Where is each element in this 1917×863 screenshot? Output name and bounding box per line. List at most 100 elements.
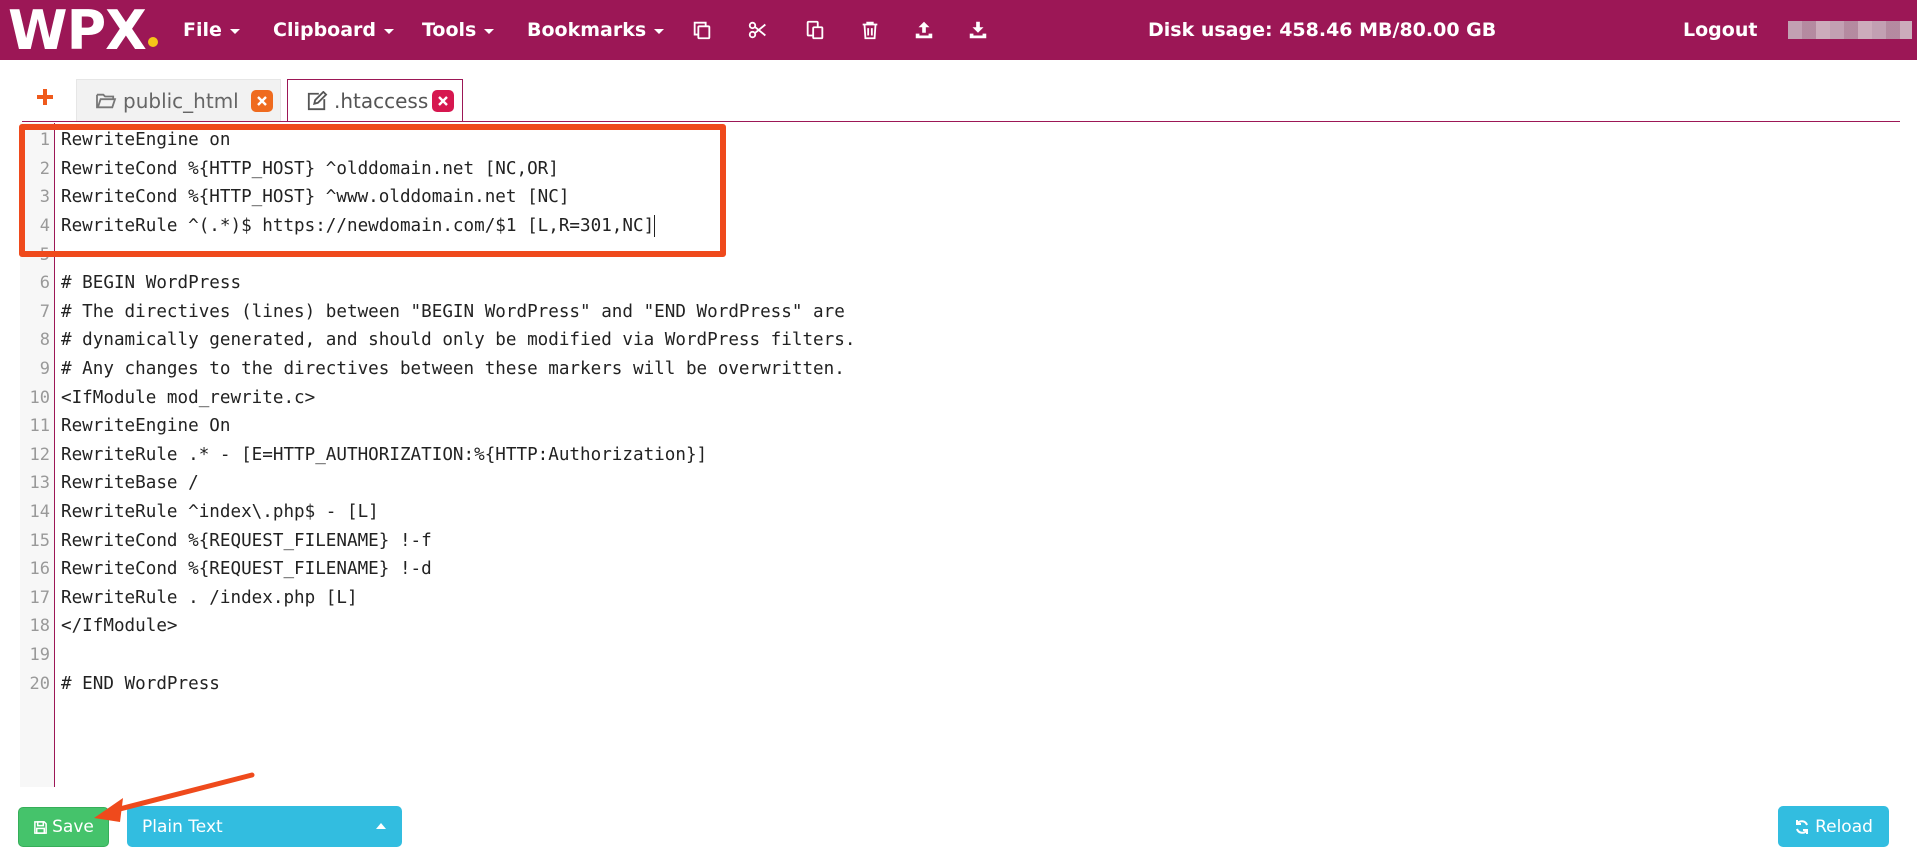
tab-public-html-label: public_html <box>123 89 239 113</box>
code-line[interactable]: 9 # Any changes to the directives between… <box>20 355 1900 384</box>
tab-htaccess-label: .htaccess <box>334 88 429 113</box>
code-text: <IfModule mod_rewrite.c> <box>61 387 316 408</box>
copy-icon[interactable] <box>690 18 714 42</box>
close-icon[interactable] <box>432 90 454 112</box>
code-line[interactable]: 8 # dynamically generated, and should onl… <box>20 326 1900 355</box>
line-number: 9 <box>39 359 50 380</box>
code-text: RewriteEngine On <box>61 416 231 437</box>
line-number: 3 <box>39 187 50 208</box>
code-text: # BEGIN WordPress <box>61 273 242 294</box>
close-icon[interactable] <box>251 90 273 112</box>
logout-link[interactable]: Logout <box>1683 0 1757 60</box>
save-button[interactable]: Save <box>18 807 109 847</box>
reload-button-label: Reload <box>1815 816 1873 837</box>
menu-clipboard-label: Clipboard <box>273 19 377 41</box>
menu-bookmarks-label: Bookmarks <box>527 19 647 41</box>
code-line[interactable]: 4 RewriteRule ^(.*)$ https://newdomain.co… <box>20 212 1900 241</box>
code-text: RewriteBase / <box>61 473 199 494</box>
user-account-redacted <box>1788 21 1912 39</box>
cut-icon[interactable] <box>746 18 770 42</box>
add-tab-button[interactable] <box>34 86 56 108</box>
edit-icon <box>306 90 328 111</box>
chevron-down-icon <box>229 28 240 34</box>
floppy-disk-icon <box>34 820 47 834</box>
code-line[interactable]: 5 <box>20 240 1900 269</box>
line-number: 19 <box>29 645 50 666</box>
line-number: 16 <box>29 559 50 580</box>
line-number: 6 <box>39 273 50 294</box>
line-number: 11 <box>29 416 50 437</box>
code-text: RewriteRule . /index.php [L] <box>61 587 358 608</box>
chevron-up-icon <box>376 823 386 829</box>
save-button-label: Save <box>52 817 94 837</box>
code-text: # END WordPress <box>61 673 220 694</box>
menu-file[interactable]: File <box>183 0 240 60</box>
code-line[interactable]: 16 RewriteCond %{REQUEST_FILENAME} !-d <box>20 555 1900 584</box>
code-line[interactable]: 15 RewriteCond %{REQUEST_FILENAME} !-f <box>20 526 1900 555</box>
menu-tools-label: Tools <box>422 19 477 41</box>
tab-htaccess[interactable]: .htaccess <box>287 79 463 122</box>
line-number: 14 <box>29 502 50 523</box>
code-line[interactable]: 19 <box>20 641 1900 670</box>
code-text: </IfModule> <box>61 616 178 637</box>
menu-file-label: File <box>183 19 222 41</box>
code-line[interactable]: 17 RewriteRule . /index.php [L] <box>20 584 1900 613</box>
line-number: 4 <box>39 216 50 237</box>
line-number: 15 <box>29 530 50 551</box>
code-line[interactable]: 7 # The directives (lines) between "BEGIN… <box>20 298 1900 327</box>
code-text: RewriteCond %{HTTP_HOST} ^www.olddomain.… <box>61 187 570 208</box>
tab-public-html[interactable]: public_html <box>76 79 281 122</box>
line-number: 18 <box>29 616 50 637</box>
code-text: RewriteRule .* - [E=HTTP_AUTHORIZATION:%… <box>61 444 708 465</box>
text-cursor <box>654 215 656 238</box>
syntax-mode-select[interactable]: Plain Text <box>127 806 402 847</box>
code-editor[interactable]: 1 RewriteEngine on 2 RewriteCond %{HTTP_HOS… <box>20 123 1900 787</box>
syntax-mode-label: Plain Text <box>142 816 223 837</box>
line-number: 5 <box>39 244 50 265</box>
menu-clipboard[interactable]: Clipboard <box>273 0 395 60</box>
code-line[interactable]: 10 <IfModule mod_rewrite.c> <box>20 383 1900 412</box>
download-icon[interactable] <box>966 18 990 42</box>
code-line[interactable]: 1 RewriteEngine on <box>20 126 1900 155</box>
chevron-down-icon <box>654 28 665 34</box>
top-bar: WPX File Clipboard Tools Bookmarks Disk … <box>0 0 1917 62</box>
disk-usage: Disk usage: 458.46 MB/80.00 GB <box>1148 19 1497 41</box>
plus-icon <box>37 89 53 105</box>
upload-icon[interactable] <box>912 18 936 42</box>
line-number: 17 <box>29 587 50 608</box>
code-text: RewriteCond %{REQUEST_FILENAME} !-d <box>61 559 432 580</box>
line-number: 12 <box>29 444 50 465</box>
tab-bar-divider <box>22 121 1900 122</box>
refresh-icon <box>1796 819 1809 834</box>
chevron-down-icon <box>384 28 395 34</box>
line-number: 20 <box>29 673 50 694</box>
code-line[interactable]: 12 RewriteRule .* - [E=HTTP_AUTHORIZATION… <box>20 441 1900 470</box>
code-text: # Any changes to the directives between … <box>61 359 845 380</box>
wpx-logo[interactable]: WPX <box>8 0 147 62</box>
code-line[interactable]: 20 # END WordPress <box>20 669 1900 698</box>
code-line[interactable]: 14 RewriteRule ^index\.php$ - [L] <box>20 498 1900 527</box>
line-number: 2 <box>39 158 50 179</box>
code-line[interactable]: 6 # BEGIN WordPress <box>20 269 1900 298</box>
code-text: RewriteRule ^index\.php$ - [L] <box>61 502 379 523</box>
code-line[interactable]: 11 RewriteEngine On <box>20 412 1900 441</box>
code-line[interactable]: 2 RewriteCond %{HTTP_HOST} ^olddomain.net… <box>20 155 1900 184</box>
code-line[interactable]: 3 RewriteCond %{HTTP_HOST} ^www.olddomain… <box>20 183 1900 212</box>
line-number: 1 <box>39 130 50 151</box>
code-line[interactable]: 18 </IfModule> <box>20 612 1900 641</box>
reload-button[interactable]: Reload <box>1778 806 1889 847</box>
code-text: # dynamically generated, and should only… <box>61 330 856 351</box>
code-text: RewriteCond %{HTTP_HOST} ^olddomain.net … <box>61 158 559 179</box>
trash-icon[interactable] <box>858 18 882 42</box>
folder-open-icon <box>95 91 117 111</box>
code-text: RewriteEngine on <box>61 130 231 151</box>
line-number: 10 <box>29 387 50 408</box>
menu-tools[interactable]: Tools <box>422 0 495 60</box>
logo-dot <box>148 37 158 47</box>
code-text: RewriteCond %{REQUEST_FILENAME} !-f <box>61 530 432 551</box>
paste-icon[interactable] <box>803 18 827 42</box>
code-line[interactable]: 13 RewriteBase / <box>20 469 1900 498</box>
code-text: # The directives (lines) between "BEGIN … <box>61 301 845 322</box>
line-number: 8 <box>39 330 50 351</box>
menu-bookmarks[interactable]: Bookmarks <box>527 0 665 60</box>
